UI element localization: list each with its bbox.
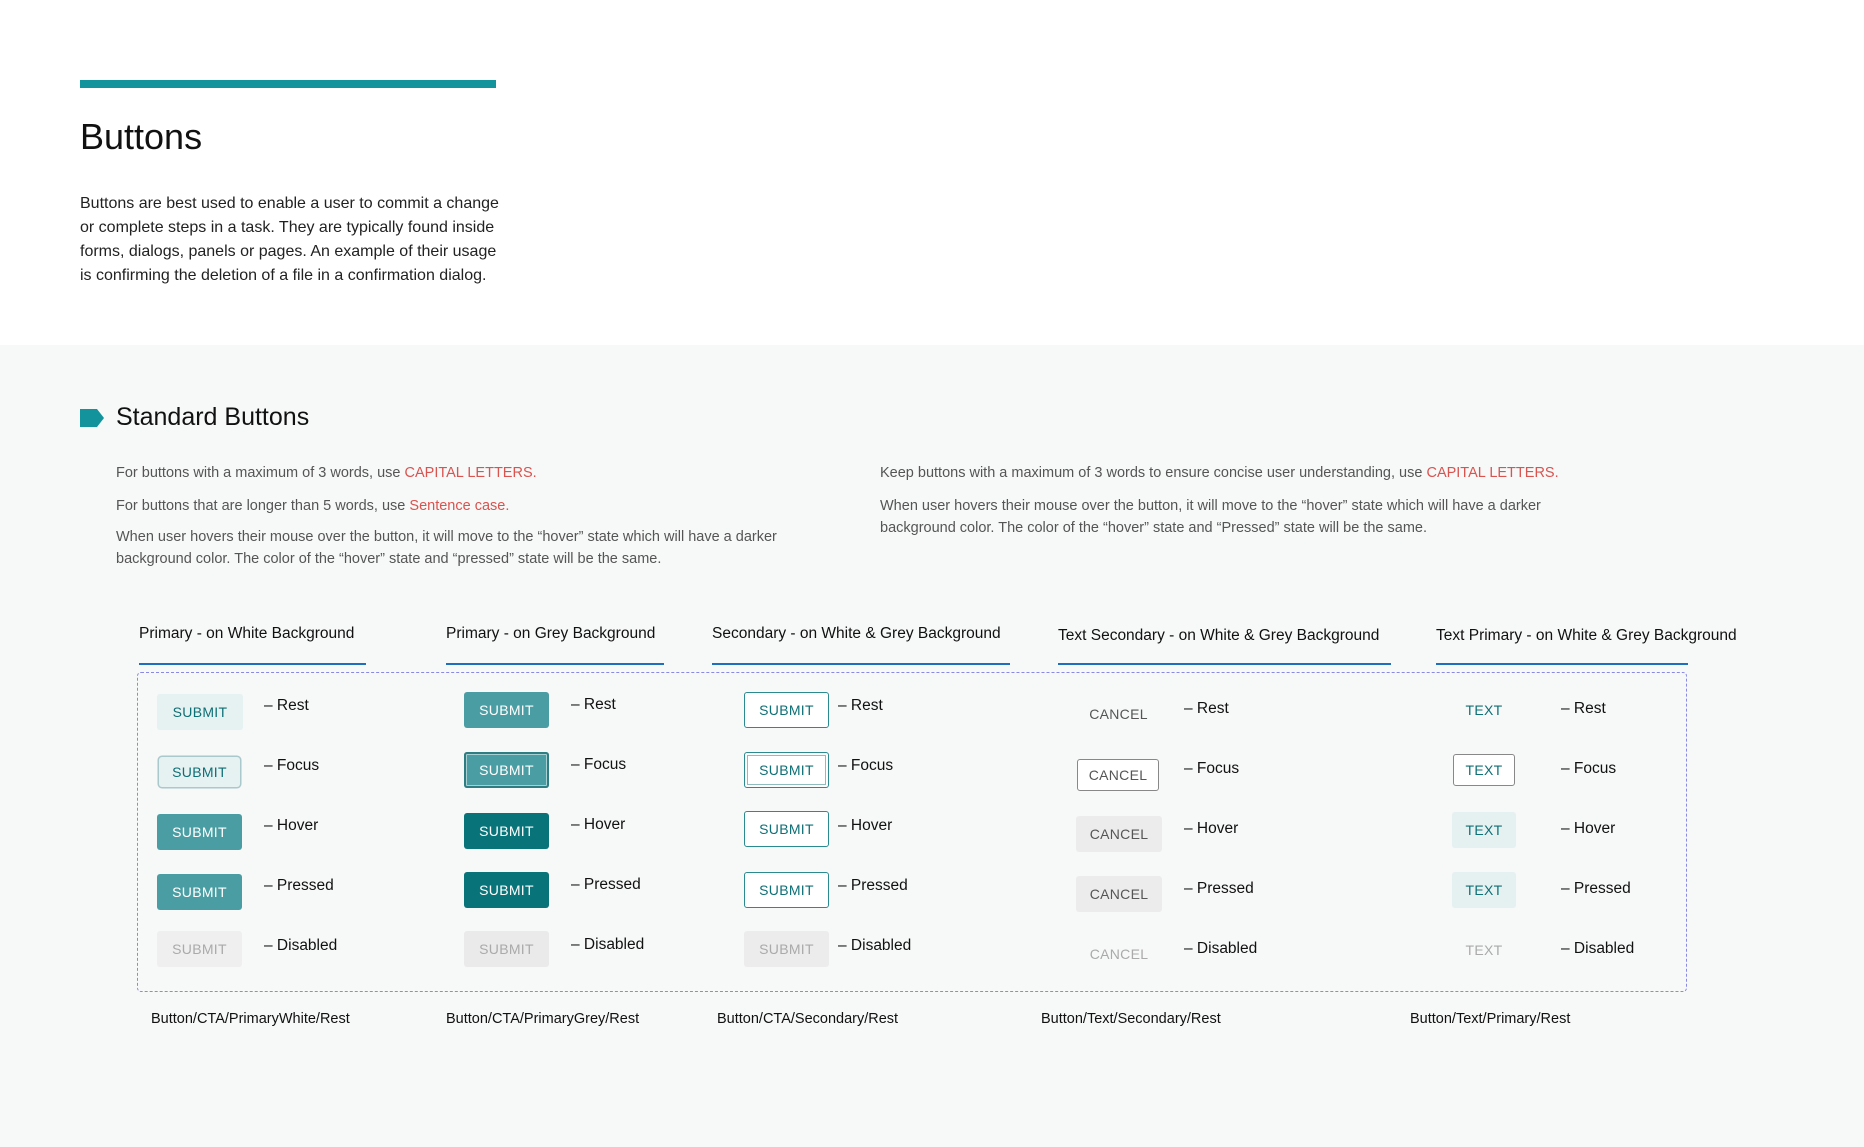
guideline-left-1: For buttons with a maximum of 3 words, u… bbox=[116, 462, 537, 484]
column-underline bbox=[1058, 663, 1391, 665]
submit-button-focus[interactable]: SUBMIT bbox=[159, 757, 240, 787]
submit-button-disabled[interactable]: SUBMIT bbox=[744, 931, 829, 967]
state-label-hover: – Hover bbox=[1184, 820, 1239, 837]
state-label-disabled: – Disabled bbox=[838, 937, 912, 954]
state-label-rest: – Rest bbox=[1561, 700, 1606, 717]
submit-button-pressed[interactable]: SUBMIT bbox=[744, 872, 829, 908]
column-underline bbox=[712, 663, 1010, 665]
state-label-pressed: – Pressed bbox=[838, 877, 908, 894]
state-label-focus: – Focus bbox=[1184, 760, 1240, 777]
state-label-rest: – Rest bbox=[838, 697, 883, 714]
guideline-left-2: For buttons that are longer than 5 words… bbox=[116, 495, 509, 517]
state-label-disabled: – Disabled bbox=[1184, 940, 1258, 957]
state-label-pressed: – Pressed bbox=[571, 876, 641, 893]
cancel-button-pressed[interactable]: CANCEL bbox=[1076, 876, 1162, 912]
text-button-pressed[interactable]: TEXT bbox=[1452, 872, 1516, 908]
state-label-rest: – Rest bbox=[571, 696, 616, 713]
submit-button-disabled[interactable]: SUBMIT bbox=[157, 931, 242, 967]
submit-button-disabled[interactable]: SUBMIT bbox=[464, 931, 549, 967]
text-button-disabled[interactable]: TEXT bbox=[1452, 932, 1516, 968]
state-label-pressed: – Pressed bbox=[1184, 880, 1254, 897]
state-label-focus: – Focus bbox=[1561, 760, 1617, 777]
cancel-button-hover[interactable]: CANCEL bbox=[1076, 816, 1162, 852]
submit-button-rest[interactable]: SUBMIT bbox=[464, 692, 549, 728]
column-underline bbox=[139, 663, 366, 665]
state-label-focus: – Focus bbox=[264, 757, 320, 774]
state-label-hover: – Hover bbox=[264, 817, 319, 834]
column-underline bbox=[1436, 663, 1688, 665]
column-heading-text-primary: Text Primary - on White & Grey Backgroun… bbox=[1436, 627, 1737, 644]
page-title: Buttons bbox=[80, 116, 203, 157]
column-heading-primary-white: Primary - on White Background bbox=[139, 625, 355, 642]
text-button-hover[interactable]: TEXT bbox=[1452, 812, 1516, 848]
guideline-highlight: CAPITAL LETTERS. bbox=[404, 465, 537, 481]
column-heading-primary-grey: Primary - on Grey Background bbox=[446, 625, 656, 642]
state-label-pressed: – Pressed bbox=[1561, 880, 1631, 897]
section-title: Standard Buttons bbox=[116, 403, 310, 431]
intro-text: Buttons are best used to enable a user t… bbox=[80, 195, 499, 284]
component-name: Button/CTA/PrimaryWhite/Rest bbox=[151, 1011, 350, 1027]
cancel-button-disabled[interactable]: CANCEL bbox=[1076, 936, 1162, 972]
submit-button-pressed[interactable]: SUBMIT bbox=[464, 872, 549, 908]
guideline-left-3: When user hovers their mouse over the bu… bbox=[116, 529, 777, 567]
title-accent-bar bbox=[80, 80, 496, 88]
component-name: Button/Text/Secondary/Rest bbox=[1041, 1011, 1221, 1027]
state-label-rest: – Rest bbox=[1184, 700, 1229, 717]
column-heading-secondary: Secondary - on White & Grey Background bbox=[712, 625, 1001, 642]
guideline-text: For buttons with a maximum of 3 words, u… bbox=[116, 465, 405, 481]
guideline-highlight: CAPITAL LETTERS. bbox=[1426, 465, 1559, 481]
text-button-rest[interactable]: TEXT bbox=[1452, 692, 1516, 728]
state-label-hover: – Hover bbox=[838, 817, 893, 834]
submit-button-hover[interactable]: SUBMIT bbox=[157, 814, 242, 850]
guideline-text: For buttons that are longer than 5 words… bbox=[116, 498, 410, 514]
component-name: Button/Text/Primary/Rest bbox=[1410, 1011, 1571, 1027]
submit-button-focus[interactable]: SUBMIT bbox=[744, 752, 829, 788]
component-name: Button/CTA/Secondary/Rest bbox=[717, 1011, 899, 1027]
state-label-pressed: – Pressed bbox=[264, 877, 334, 894]
state-label-disabled: – Disabled bbox=[1561, 940, 1635, 957]
section-tag-icon bbox=[80, 409, 104, 427]
state-label-focus: – Focus bbox=[838, 757, 894, 774]
guideline-text: Keep buttons with a maximum of 3 words t… bbox=[880, 465, 1427, 481]
submit-button-focus[interactable]: SUBMIT bbox=[464, 752, 549, 788]
state-label-hover: – Hover bbox=[571, 816, 626, 833]
submit-button-rest[interactable]: SUBMIT bbox=[744, 692, 829, 728]
submit-button-hover[interactable]: SUBMIT bbox=[744, 811, 829, 847]
submit-button-rest[interactable]: SUBMIT bbox=[157, 694, 243, 730]
state-label-hover: – Hover bbox=[1561, 820, 1616, 837]
column-heading-text-secondary: Text Secondary - on White & Grey Backgro… bbox=[1058, 627, 1380, 644]
state-label-focus: – Focus bbox=[571, 756, 627, 773]
guideline-highlight: Sentence case. bbox=[409, 498, 510, 514]
cancel-button-focus[interactable]: CANCEL bbox=[1077, 759, 1159, 791]
column-underline bbox=[446, 663, 664, 665]
submit-button-hover[interactable]: SUBMIT bbox=[464, 813, 549, 849]
state-label-rest: – Rest bbox=[264, 697, 309, 714]
guideline-right-1: Keep buttons with a maximum of 3 words t… bbox=[880, 462, 1559, 484]
component-name: Button/CTA/PrimaryGrey/Rest bbox=[446, 1011, 640, 1027]
state-label-disabled: – Disabled bbox=[571, 936, 645, 953]
text-button-focus[interactable]: TEXT bbox=[1453, 754, 1515, 786]
guideline-right-2: When user hovers their mouse over the bu… bbox=[880, 498, 1541, 536]
cancel-button-rest[interactable]: CANCEL bbox=[1076, 696, 1161, 732]
submit-button-pressed[interactable]: SUBMIT bbox=[157, 874, 242, 910]
state-label-disabled: – Disabled bbox=[264, 937, 338, 954]
